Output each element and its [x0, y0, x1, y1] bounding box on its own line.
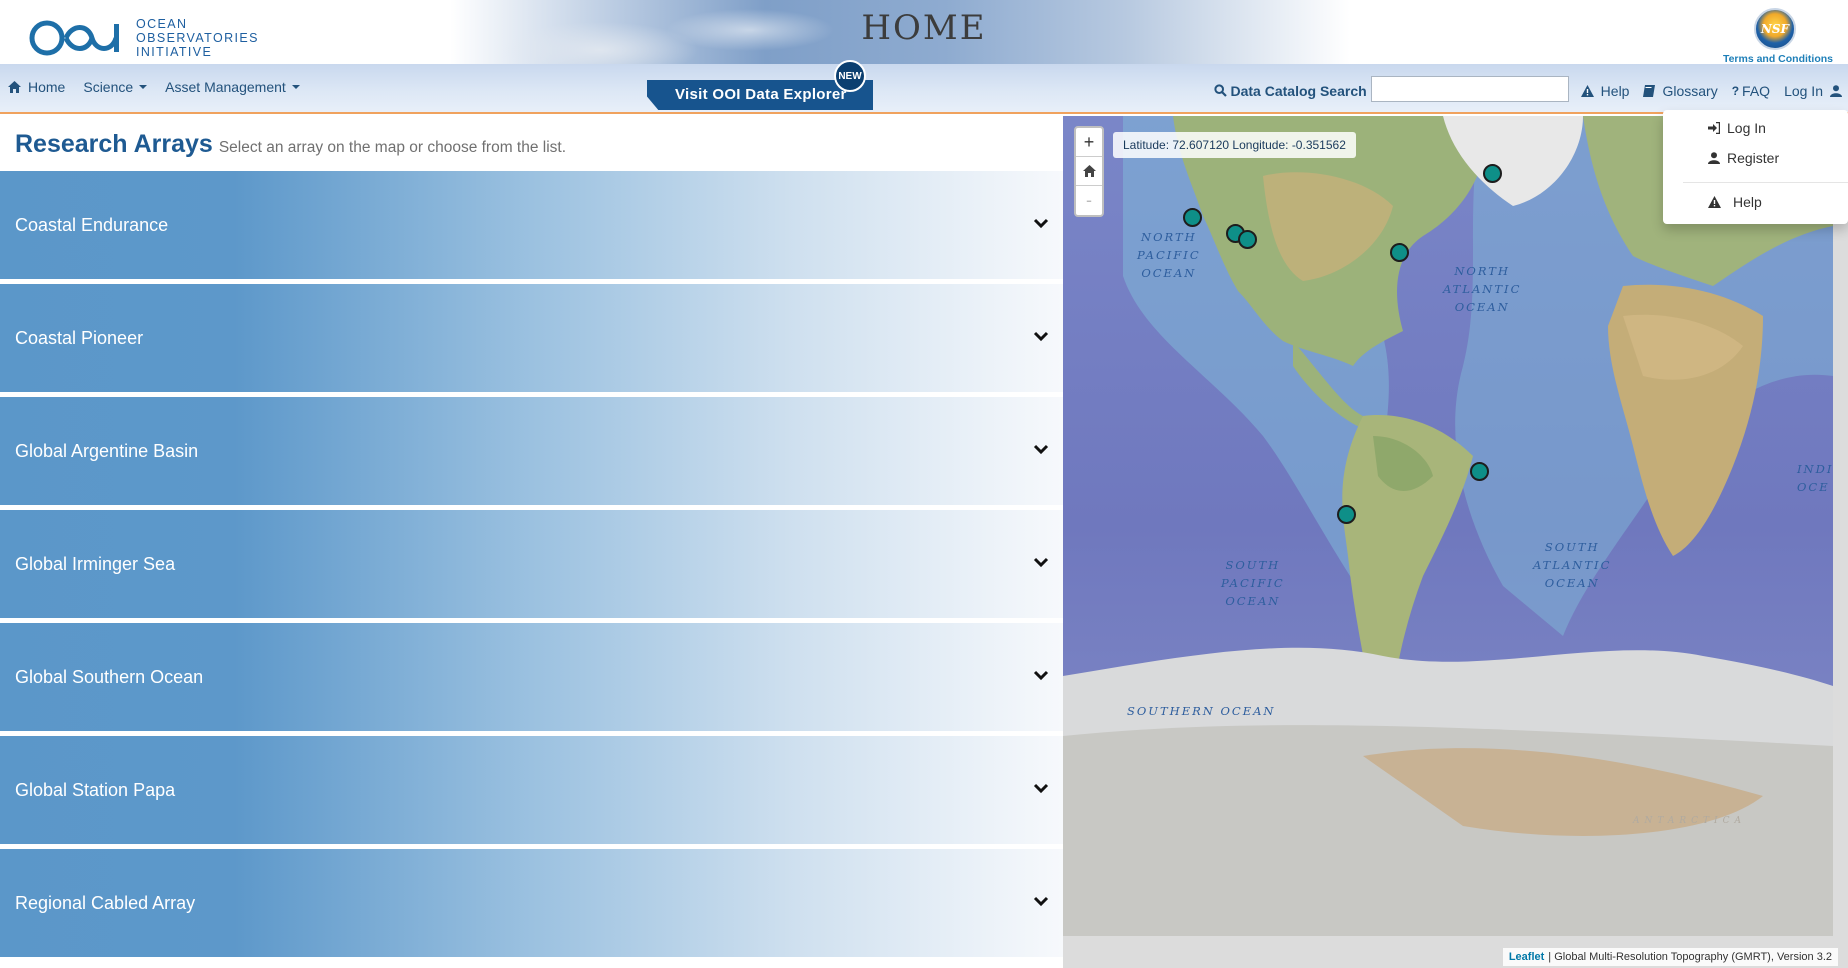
attribution-text: | Global Multi-Resolution Topography (GM… — [1548, 951, 1832, 963]
warning-icon — [1580, 84, 1594, 97]
user-icon — [1830, 84, 1842, 97]
chevron-down-icon — [1033, 218, 1049, 229]
nav-help[interactable]: Help — [1580, 82, 1630, 99]
world-map[interactable]: + - Latitude: 72.607120 Longitude: -0.35… — [1063, 116, 1848, 968]
map-zoom-control: + - — [1074, 126, 1104, 217]
array-item-regional-cabled-array[interactable]: Regional Cabled Array — [0, 849, 1063, 957]
research-arrays-title: Research Arrays — [15, 130, 213, 158]
home-icon — [8, 81, 21, 93]
menu-item-register[interactable]: Register — [1708, 150, 1779, 166]
caret-down-icon — [291, 85, 300, 89]
ocean-label-indian: INDI OCE — [1797, 462, 1833, 494]
array-label: Coastal Pioneer — [15, 328, 144, 348]
nav-left-group: Home Science Asset Management — [8, 79, 318, 95]
array-list: Coastal Endurance Coastal Pioneer Global… — [0, 171, 1063, 962]
array-item-global-station-papa[interactable]: Global Station Papa — [0, 736, 1063, 844]
array-item-coastal-endurance[interactable]: Coastal Endurance — [0, 171, 1063, 279]
nsf-logo[interactable]: NSF — [1754, 8, 1796, 50]
terms-link[interactable]: Terms and Conditions — [1723, 53, 1833, 64]
array-label: Regional Cabled Array — [15, 893, 196, 913]
coordinate-readout: Latitude: 72.607120 Longitude: -0.351562 — [1113, 132, 1356, 158]
chevron-down-icon — [1033, 783, 1049, 794]
home-icon — [1082, 165, 1096, 177]
array-item-global-irminger-sea[interactable]: Global Irminger Sea — [0, 510, 1063, 618]
data-explorer-banner[interactable]: Visit OOI Data Explorer NEW — [647, 60, 873, 110]
array-item-coastal-pioneer[interactable]: Coastal Pioneer — [0, 284, 1063, 392]
ocean-label-antarctica: ANTARCTICA — [1633, 816, 1746, 826]
data-catalog-search-input[interactable] — [1370, 76, 1569, 102]
ocean-label-south-pacific: SOUTH PACIFIC OCEAN — [1221, 558, 1285, 608]
explorer-label: Visit OOI Data Explorer — [675, 86, 847, 103]
array-label: Global Station Papa — [15, 780, 176, 800]
nav-faq[interactable]: ? FAQ — [1732, 83, 1770, 99]
array-label: Coastal Endurance — [15, 215, 169, 235]
question-icon: ? — [1731, 83, 1740, 98]
user-dropdown-menu: Log In Register Help — [1663, 110, 1848, 224]
user-icon — [1708, 152, 1720, 164]
array-marker[interactable] — [1238, 230, 1257, 249]
array-item-global-argentine-basin[interactable]: Global Argentine Basin — [0, 397, 1063, 505]
nav-asset-management-dropdown[interactable]: Asset Management — [165, 79, 300, 95]
ocean-label-south-atlantic: SOUTH ATLANTIC OCEAN — [1533, 540, 1612, 590]
sign-in-icon — [1708, 122, 1720, 134]
nav-right-group: Data Catalog Search Help Glossary ? FAQ … — [1213, 76, 1842, 102]
page-title: HOME — [861, 8, 987, 48]
research-arrays-heading: Research Arrays Select an array on the m… — [15, 130, 566, 159]
map-tiles[interactable]: + - Latitude: 72.607120 Longitude: -0.35… — [1063, 116, 1833, 936]
nav-science-label: Science — [83, 79, 134, 95]
chevron-down-icon — [1033, 557, 1049, 568]
search-icon — [1213, 84, 1227, 97]
nav-home[interactable]: Home — [8, 79, 65, 95]
chevron-down-icon — [1033, 670, 1049, 681]
leaflet-link[interactable]: Leaflet — [1509, 951, 1544, 963]
ocean-label-north-atlantic: NORTH ATLANTIC OCEAN — [1443, 264, 1522, 314]
array-marker[interactable] — [1183, 208, 1202, 227]
chevron-down-icon — [1033, 331, 1049, 342]
map-attribution: Leaflet | Global Multi-Resolution Topogr… — [1502, 948, 1838, 966]
array-marker[interactable] — [1337, 505, 1356, 524]
array-marker[interactable] — [1470, 462, 1489, 481]
menu-item-login-label: Log In — [1727, 120, 1766, 136]
nav-science-dropdown[interactable]: Science — [83, 79, 148, 95]
menu-item-help[interactable]: Help — [1708, 194, 1762, 210]
ocean-label-north-pacific: NORTH PACIFIC OCEAN — [1137, 230, 1201, 280]
menu-divider — [1683, 182, 1848, 183]
nav-glossary[interactable]: Glossary — [1643, 82, 1718, 99]
warning-icon — [1708, 196, 1721, 208]
nav-asset-label: Asset Management — [165, 79, 286, 95]
nav-faq-label: FAQ — [1742, 82, 1771, 99]
nav-home-label: Home — [28, 79, 66, 95]
research-arrays-subtitle: Select an array on the map or choose fro… — [218, 139, 567, 156]
nav-login-label: Log In — [1784, 82, 1823, 99]
array-label: Global Southern Ocean — [15, 667, 204, 687]
site-banner: OCEAN OBSERVATORIES INITIATIVE HOME NSF … — [0, 0, 1848, 64]
nav-help-label: Help — [1600, 82, 1630, 99]
search-label-text: Data Catalog Search — [1230, 82, 1367, 99]
book-icon — [1643, 84, 1656, 97]
main-navbar: Home Science Asset Management Visit OOI … — [0, 60, 1848, 114]
menu-item-login[interactable]: Log In — [1708, 120, 1766, 136]
menu-item-help-label: Help — [1733, 194, 1762, 210]
caret-down-icon — [139, 85, 148, 89]
zoom-out-button[interactable]: - — [1076, 186, 1102, 215]
nav-login[interactable]: Log In — [1784, 83, 1842, 99]
array-marker[interactable] — [1390, 243, 1409, 262]
research-arrays-panel: Research Arrays Select an array on the m… — [0, 116, 1063, 968]
data-catalog-search-label: Data Catalog Search — [1213, 82, 1367, 99]
menu-item-register-label: Register — [1727, 150, 1780, 166]
nav-glossary-label: Glossary — [1662, 82, 1718, 99]
array-marker[interactable] — [1483, 164, 1502, 183]
array-item-global-southern-ocean[interactable]: Global Southern Ocean — [0, 623, 1063, 731]
ocean-label-southern: SOUTHERN OCEAN — [1127, 704, 1276, 718]
zoom-in-button[interactable]: + — [1076, 128, 1102, 157]
chevron-down-icon — [1033, 444, 1049, 455]
reset-view-button[interactable] — [1076, 157, 1102, 186]
array-label: Global Argentine Basin — [15, 441, 199, 461]
new-badge: NEW — [834, 60, 866, 92]
chevron-down-icon — [1033, 896, 1049, 907]
array-label: Global Irminger Sea — [15, 554, 176, 574]
